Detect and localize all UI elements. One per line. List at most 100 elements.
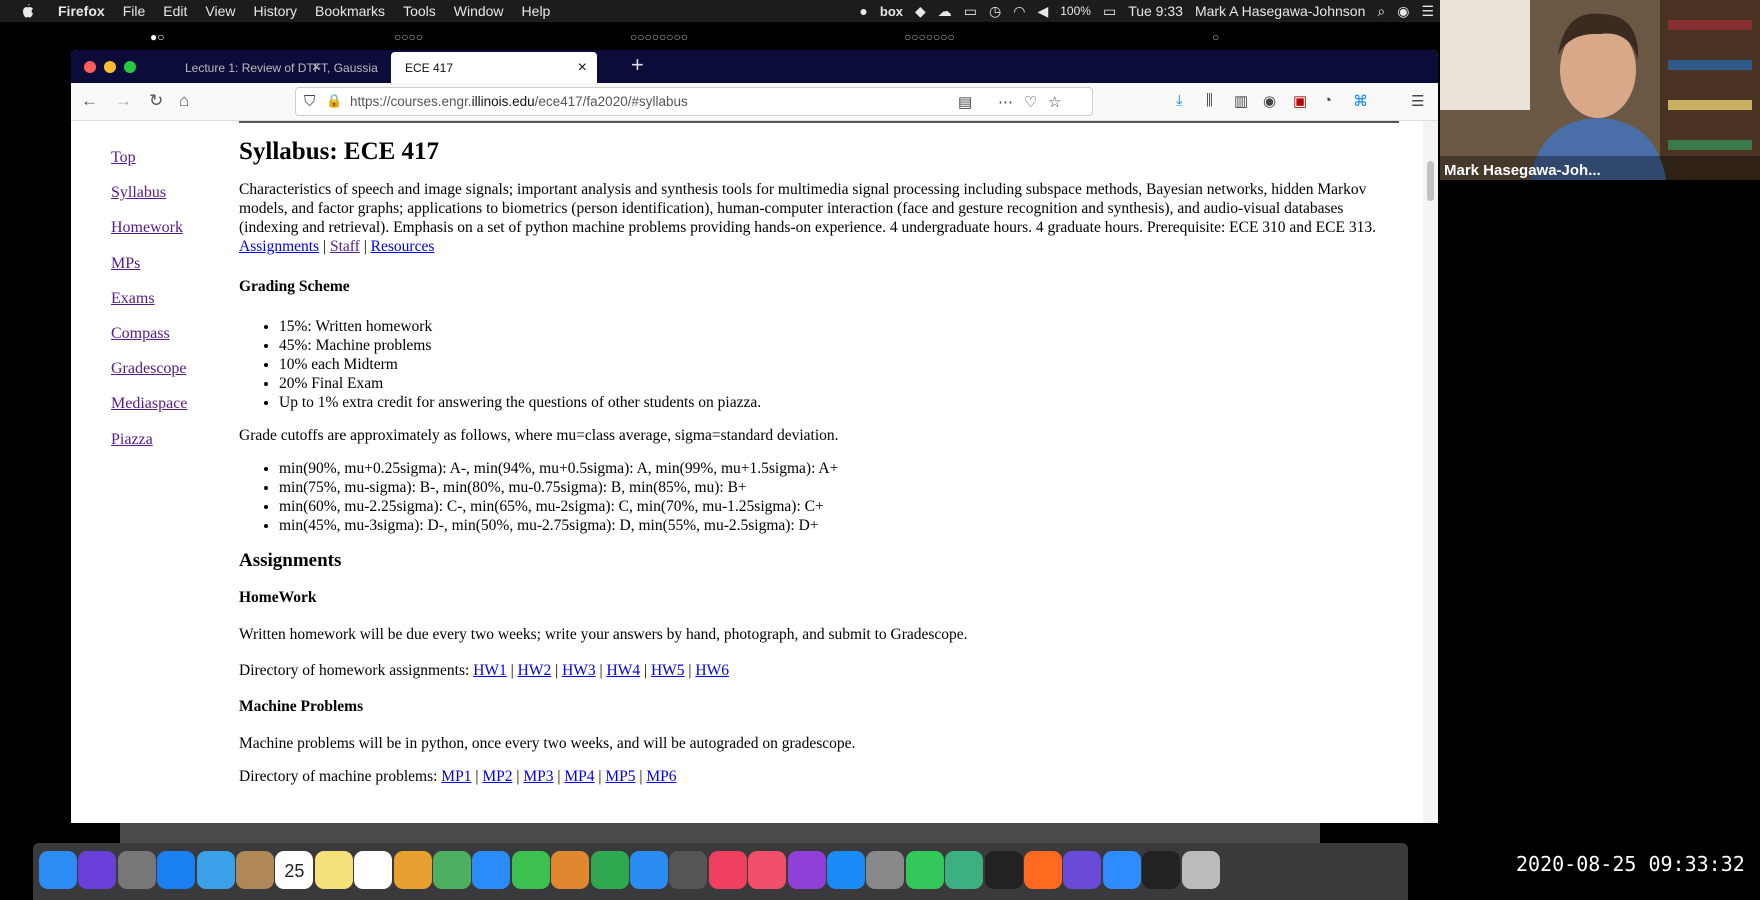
menu-file[interactable]: File <box>123 3 146 19</box>
preview-icon[interactable] <box>196 851 235 889</box>
apple-icon[interactable] <box>18 2 36 20</box>
close-tab-icon[interactable]: × <box>312 59 321 77</box>
mp2-link[interactable]: MP2 <box>482 768 512 785</box>
emacs-icon[interactable] <box>1063 851 1102 889</box>
siri-icon[interactable] <box>78 851 117 889</box>
mp3-link[interactable]: MP3 <box>523 768 553 785</box>
hw4-link[interactable]: HW4 <box>607 662 641 679</box>
contacts-icon[interactable] <box>236 851 274 889</box>
nav-link-gradescope[interactable]: Gradescope <box>111 360 187 395</box>
pdf-extension-icon[interactable]: ▣ <box>1293 92 1307 110</box>
nav-link-syllabus[interactable]: Syllabus <box>111 184 187 219</box>
nav-link-mediaspace[interactable]: Mediaspace <box>111 395 187 430</box>
keynote-icon[interactable] <box>630 851 668 889</box>
safari-icon[interactable] <box>157 851 196 889</box>
menu-edit[interactable]: Edit <box>163 3 187 19</box>
address-bar[interactable]: ⛉ 🔒 https://courses.engr.illinois.edu/ec… <box>295 87 1093 116</box>
extension-icon[interactable]: ◉ <box>1263 92 1276 110</box>
mp1-link[interactable]: MP1 <box>441 768 471 785</box>
battery-icon[interactable]: ▭ <box>1103 3 1116 20</box>
reader-view-icon[interactable]: ▤ <box>958 93 972 111</box>
search-icon[interactable]: ⌕ <box>1377 3 1385 20</box>
bookmark-star-icon[interactable]: ☆ <box>1048 93 1061 111</box>
back-icon[interactable]: ← <box>81 91 98 111</box>
library-icon[interactable]: ⫼ <box>1206 92 1213 109</box>
hw6-link[interactable]: HW6 <box>695 662 729 679</box>
reminders-icon[interactable] <box>354 851 393 889</box>
reload-icon[interactable]: ↻ <box>149 91 163 111</box>
podcasts-icon[interactable] <box>787 851 826 889</box>
forward-icon[interactable]: → <box>115 91 132 111</box>
lock-icon[interactable]: 🔒 <box>326 93 342 109</box>
menu-tools[interactable]: Tools <box>403 3 436 19</box>
box-icon[interactable]: box <box>880 4 903 19</box>
staff-link[interactable]: Staff <box>330 238 360 255</box>
user-name[interactable]: Mark A Hasegawa-Johnson <box>1195 3 1365 19</box>
pocket-icon[interactable]: ♡ <box>1024 93 1037 111</box>
menu-help[interactable]: Help <box>522 3 551 19</box>
menu-bookmarks[interactable]: Bookmarks <box>315 3 385 19</box>
more-actions-icon[interactable]: ⋯ <box>998 93 1013 111</box>
assignments-link[interactable]: Assignments <box>239 238 319 255</box>
mp6-link[interactable]: MP6 <box>646 768 676 785</box>
new-tab-icon[interactable]: + <box>631 52 644 78</box>
downloads-icon[interactable]: ⤓ <box>1176 92 1183 109</box>
menu-icon[interactable]: ☰ <box>1411 92 1424 110</box>
music-icon[interactable] <box>748 851 787 889</box>
time-machine-icon[interactable]: ◷ <box>989 3 1001 20</box>
sidebar-icon[interactable]: ▥ <box>1234 92 1248 110</box>
dropbox-icon[interactable]: ◆ <box>915 3 926 20</box>
cloud-icon[interactable]: ☁ <box>938 3 952 20</box>
menu-window[interactable]: Window <box>454 3 504 19</box>
translate-icon[interactable]: ⌘ <box>1353 92 1368 110</box>
minimize-window-button[interactable] <box>104 61 116 73</box>
acrobat-icon[interactable] <box>1142 851 1181 889</box>
zoom-window-button[interactable] <box>124 61 136 73</box>
resources-link[interactable]: Resources <box>371 238 435 255</box>
home-icon[interactable]: ⌂ <box>179 91 189 111</box>
url-text[interactable]: https://courses.engr.illinois.edu/ece417… <box>350 94 688 109</box>
maps-icon[interactable] <box>433 851 471 889</box>
creative-cloud-icon[interactable]: ● <box>859 3 867 19</box>
nav-link-piazza[interactable]: Piazza <box>111 431 187 466</box>
terminal-icon[interactable] <box>984 851 1023 889</box>
hw1-link[interactable]: HW1 <box>473 662 507 679</box>
numbers-icon[interactable] <box>590 851 629 889</box>
hw2-link[interactable]: HW2 <box>518 662 552 679</box>
firefox-icon[interactable] <box>1024 851 1062 889</box>
facetime-icon[interactable] <box>511 851 550 889</box>
mp5-link[interactable]: MP5 <box>605 768 635 785</box>
volume-icon[interactable]: ◀ <box>1037 3 1048 20</box>
close-window-button[interactable] <box>84 61 96 73</box>
calendar-icon[interactable]: 25 <box>275 851 314 889</box>
messages-icon[interactable] <box>472 851 511 889</box>
nav-link-homework[interactable]: Homework <box>111 219 187 254</box>
line-icon[interactable] <box>905 851 944 889</box>
close-tab-icon[interactable]: × <box>578 59 587 77</box>
hw5-link[interactable]: HW5 <box>651 662 685 679</box>
launchpad-icon[interactable] <box>117 851 156 889</box>
siri-icon[interactable]: ◉ <box>1397 3 1409 20</box>
trash-icon[interactable] <box>1181 851 1220 889</box>
keynote-doc-icon[interactable] <box>551 851 590 889</box>
system-preferences-icon[interactable] <box>866 851 905 889</box>
atom-icon[interactable] <box>945 851 984 889</box>
notes-icon[interactable] <box>314 851 353 889</box>
news-icon[interactable] <box>708 851 747 889</box>
display-icon[interactable]: ▭ <box>964 3 977 20</box>
app-store-icon[interactable] <box>827 851 865 889</box>
mp4-link[interactable]: MP4 <box>564 768 594 785</box>
menu-history[interactable]: History <box>253 3 297 19</box>
page-scrollbar[interactable] <box>1423 121 1438 823</box>
hw3-link[interactable]: HW3 <box>562 662 596 679</box>
zoom-icon[interactable] <box>1102 851 1141 889</box>
finder-icon[interactable] <box>39 851 77 889</box>
tab-ece417[interactable]: ECE 417 × <box>391 52 597 83</box>
wifi-icon[interactable]: ◠ <box>1013 3 1025 20</box>
account-icon[interactable]: ◔ <box>1323 92 1332 109</box>
menu-view[interactable]: View <box>205 3 235 19</box>
photos-icon[interactable] <box>393 851 432 889</box>
nav-link-exams[interactable]: Exams <box>111 290 187 325</box>
clock[interactable]: Tue 9:33 <box>1128 3 1183 19</box>
nav-link-compass[interactable]: Compass <box>111 325 187 360</box>
